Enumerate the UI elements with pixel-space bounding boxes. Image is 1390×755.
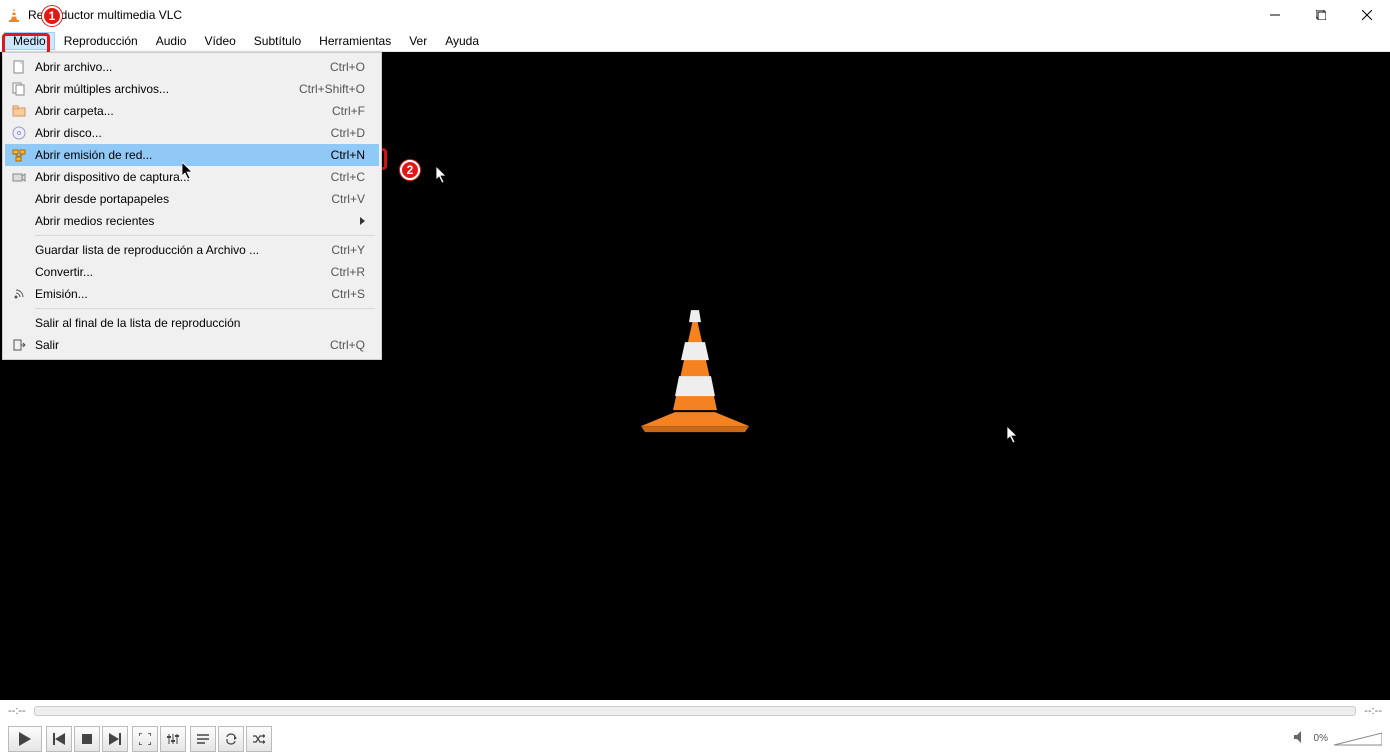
menu-shortcut: Ctrl+C bbox=[331, 170, 375, 184]
time-elapsed: --:-- bbox=[8, 705, 26, 717]
menu-medio[interactable]: Medio bbox=[4, 32, 55, 50]
menu-label: Abrir medios recientes bbox=[29, 214, 360, 228]
view-group bbox=[132, 726, 186, 752]
menu-label: Salir bbox=[29, 338, 330, 352]
file-icon bbox=[9, 60, 29, 74]
shuffle-button[interactable] bbox=[246, 726, 272, 752]
menu-quit[interactable]: Salir Ctrl+Q bbox=[5, 334, 379, 356]
menu-bar: Medio Reproducción Audio Vídeo Subtítulo… bbox=[0, 30, 1390, 52]
menu-shortcut: Ctrl+S bbox=[331, 287, 375, 301]
seek-row: --:-- --:-- bbox=[0, 700, 1390, 722]
vlc-cone-logo bbox=[635, 304, 755, 437]
menu-shortcut: Ctrl+Y bbox=[331, 243, 375, 257]
speaker-icon[interactable] bbox=[1294, 731, 1308, 746]
menu-label: Emisión... bbox=[29, 287, 331, 301]
menu-ayuda[interactable]: Ayuda bbox=[436, 32, 488, 50]
menu-subtitulo[interactable]: Subtítulo bbox=[245, 32, 310, 50]
menu-open-network[interactable]: Abrir emisión de red... Ctrl+N bbox=[5, 144, 379, 166]
menu-shortcut: Ctrl+F bbox=[332, 104, 375, 118]
stream-icon bbox=[9, 287, 29, 301]
minimize-button[interactable] bbox=[1252, 0, 1298, 30]
quit-icon bbox=[9, 338, 29, 352]
menu-label: Salir al final de la lista de reproducci… bbox=[29, 316, 375, 330]
player-controls: --:-- --:-- 0% bbox=[0, 700, 1390, 755]
playlist-group bbox=[190, 726, 272, 752]
menu-open-recent[interactable]: Abrir medios recientes bbox=[5, 210, 379, 232]
capture-icon bbox=[9, 170, 29, 184]
menu-video[interactable]: Vídeo bbox=[195, 32, 244, 50]
seek-slider[interactable] bbox=[34, 706, 1357, 716]
next-button[interactable] bbox=[102, 726, 128, 752]
menu-shortcut: Ctrl+R bbox=[331, 265, 375, 279]
menu-open-folder[interactable]: Abrir carpeta... Ctrl+F bbox=[5, 100, 379, 122]
loop-button[interactable] bbox=[218, 726, 244, 752]
menu-shortcut: Ctrl+O bbox=[330, 60, 375, 74]
menu-shortcut: Ctrl+V bbox=[331, 192, 375, 206]
previous-button[interactable] bbox=[46, 726, 72, 752]
menu-herramientas[interactable]: Herramientas bbox=[310, 32, 400, 50]
volume-slider[interactable] bbox=[1334, 731, 1382, 747]
menu-convert[interactable]: Convertir... Ctrl+R bbox=[5, 261, 379, 283]
maximize-button[interactable] bbox=[1298, 0, 1344, 30]
extended-settings-button[interactable] bbox=[160, 726, 186, 752]
button-row: 0% bbox=[0, 722, 1390, 755]
menu-open-disc[interactable]: Abrir disco... Ctrl+D bbox=[5, 122, 379, 144]
window-controls bbox=[1252, 0, 1390, 30]
menu-open-multiple[interactable]: Abrir múltiples archivos... Ctrl+Shift+O bbox=[5, 78, 379, 100]
menu-label: Guardar lista de reproducción a Archivo … bbox=[29, 243, 331, 257]
menu-shortcut: Ctrl+N bbox=[331, 148, 375, 162]
menu-label: Abrir disco... bbox=[29, 126, 331, 140]
menu-label: Abrir emisión de red... bbox=[29, 148, 331, 162]
network-icon bbox=[9, 148, 29, 162]
playlist-button[interactable] bbox=[190, 726, 216, 752]
title-bar: Reproductor multimedia VLC bbox=[0, 0, 1390, 30]
menu-stream[interactable]: Emisión... Ctrl+S bbox=[5, 283, 379, 305]
menu-label: Abrir múltiples archivos... bbox=[29, 82, 299, 96]
dropdown-medio: Abrir archivo... Ctrl+O Abrir múltiples … bbox=[2, 52, 382, 360]
close-button[interactable] bbox=[1344, 0, 1390, 30]
menu-save-playlist[interactable]: Guardar lista de reproducción a Archivo … bbox=[5, 239, 379, 261]
menu-open-capture[interactable]: Abrir dispositivo de captura... Ctrl+C bbox=[5, 166, 379, 188]
play-button[interactable] bbox=[8, 726, 42, 752]
menu-label: Abrir desde portapapeles bbox=[29, 192, 331, 206]
menu-ver[interactable]: Ver bbox=[400, 32, 436, 50]
menu-open-file[interactable]: Abrir archivo... Ctrl+O bbox=[5, 56, 379, 78]
menu-open-clipboard[interactable]: Abrir desde portapapeles Ctrl+V bbox=[5, 188, 379, 210]
vlc-cone-icon bbox=[6, 7, 22, 23]
menu-audio[interactable]: Audio bbox=[147, 32, 196, 50]
menu-shortcut: Ctrl+D bbox=[331, 126, 375, 140]
folder-icon bbox=[9, 104, 29, 118]
volume-control: 0% bbox=[1294, 731, 1382, 747]
menu-label: Convertir... bbox=[29, 265, 331, 279]
stop-button[interactable] bbox=[74, 726, 100, 752]
menu-quit-after[interactable]: Salir al final de la lista de reproducci… bbox=[5, 312, 379, 334]
fullscreen-button[interactable] bbox=[132, 726, 158, 752]
menu-label: Abrir carpeta... bbox=[29, 104, 332, 118]
disc-icon bbox=[9, 126, 29, 140]
files-icon bbox=[9, 82, 29, 96]
menu-reproduccion[interactable]: Reproducción bbox=[55, 32, 147, 50]
volume-percent: 0% bbox=[1314, 733, 1328, 744]
menu-label: Abrir archivo... bbox=[29, 60, 330, 74]
chevron-right-icon bbox=[360, 217, 365, 225]
menu-shortcut: Ctrl+Shift+O bbox=[299, 82, 375, 96]
menu-separator bbox=[35, 235, 375, 236]
window-title: Reproductor multimedia VLC bbox=[28, 8, 182, 22]
menu-shortcut: Ctrl+Q bbox=[330, 338, 375, 352]
menu-label: Abrir dispositivo de captura... bbox=[29, 170, 331, 184]
menu-separator bbox=[35, 308, 375, 309]
time-total: --:-- bbox=[1364, 705, 1382, 717]
skip-group bbox=[46, 726, 128, 752]
